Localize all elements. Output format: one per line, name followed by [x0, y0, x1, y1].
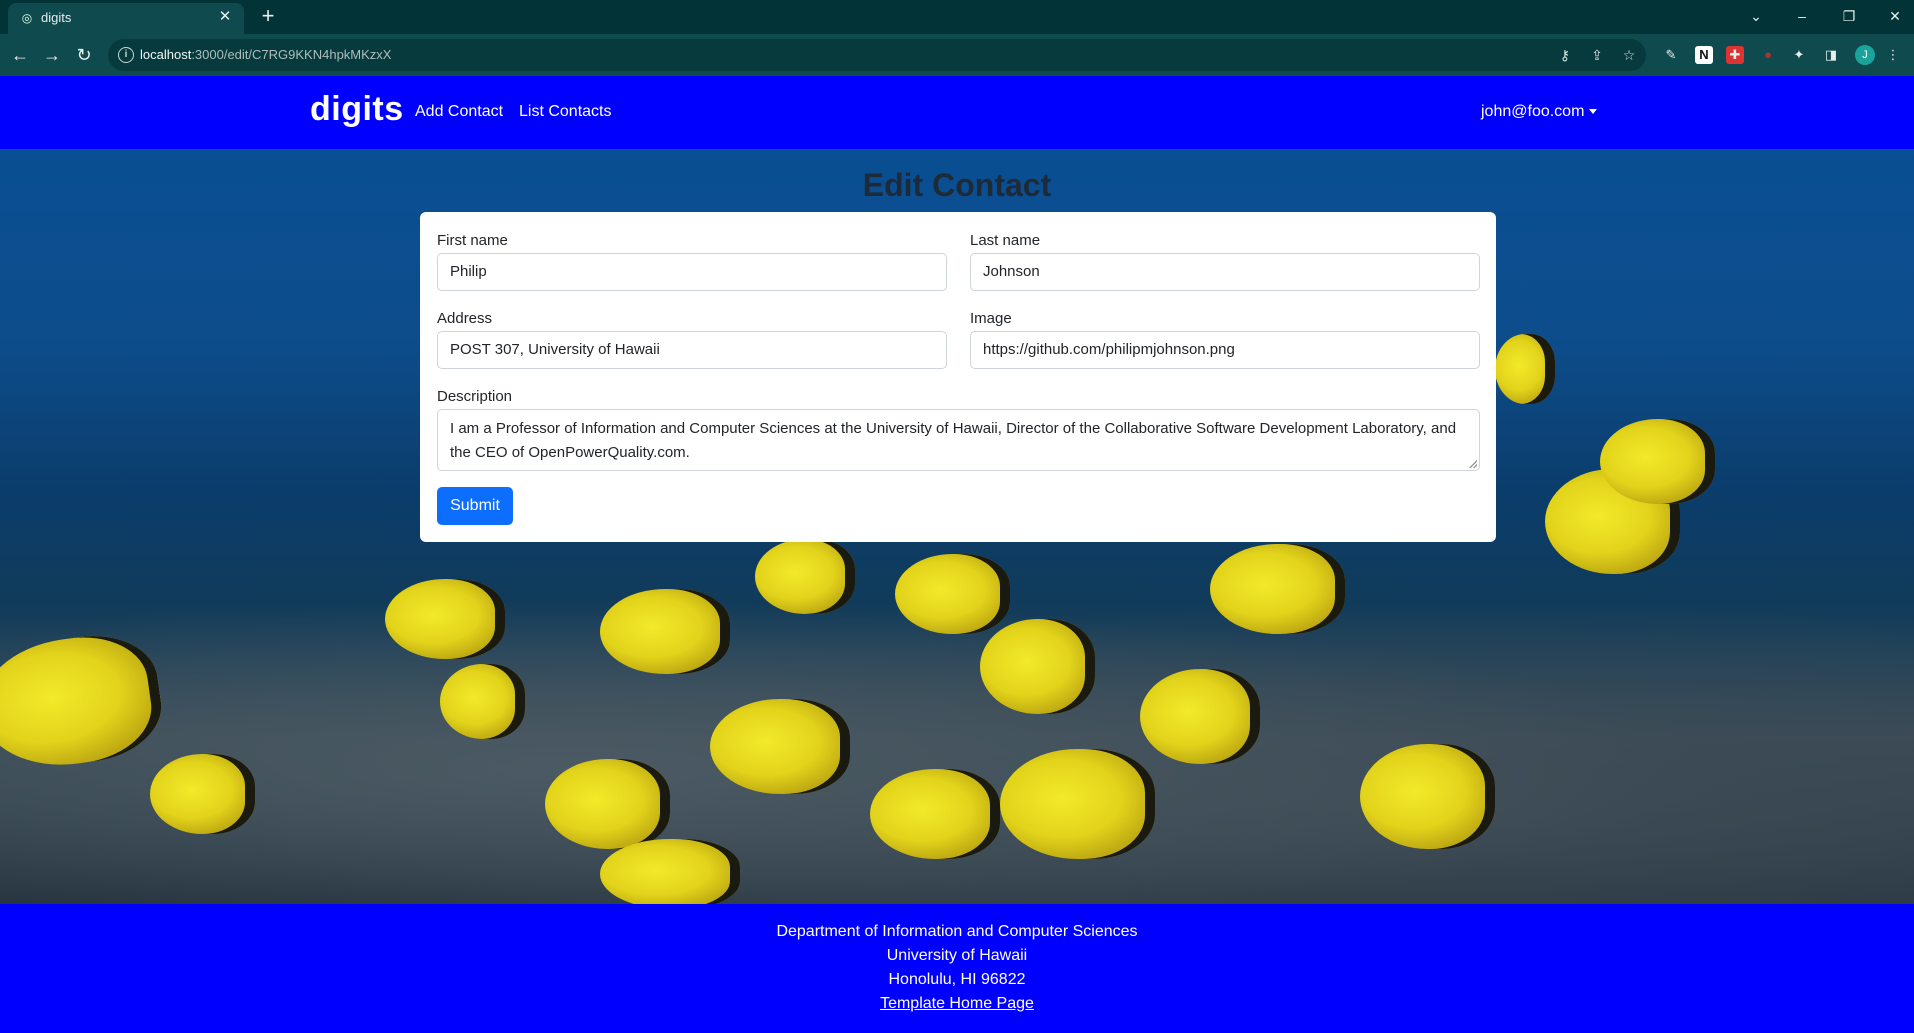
fish-decoration	[600, 839, 740, 904]
fish-decoration	[440, 664, 525, 739]
key-icon[interactable]: ⚷	[1555, 45, 1575, 65]
site-info-icon[interactable]: i	[118, 47, 134, 63]
extensions-puzzle-icon[interactable]: ✦	[1790, 46, 1808, 64]
back-icon[interactable]: ←	[8, 43, 32, 67]
minimize-button[interactable]: –	[1788, 5, 1816, 27]
extension-dot-icon[interactable]: ●	[1759, 46, 1777, 64]
brand-link[interactable]: digits	[310, 90, 404, 129]
fish-decoration	[755, 539, 855, 614]
fish-decoration	[1000, 749, 1155, 859]
page-title: Edit Contact	[862, 167, 1052, 203]
fish-decoration	[980, 619, 1095, 714]
fish-decoration	[1495, 334, 1555, 404]
tab-title: digits	[41, 10, 72, 25]
url-text: localhost:3000/edit/C7RG9KKN4hpkMKzxX	[140, 47, 392, 62]
forward-icon[interactable]: →	[40, 43, 64, 67]
footer-link-row: Template Home Page	[0, 995, 1914, 1013]
footer-department: Department of Information and Computer S…	[776, 923, 1138, 940]
fish-decoration	[385, 579, 505, 659]
reload-icon[interactable]: ↻	[72, 43, 96, 67]
fish-decoration	[870, 769, 1000, 859]
share-icon[interactable]: ⇪	[1587, 45, 1607, 65]
image-label: Image	[970, 310, 1012, 327]
close-window-button[interactable]: ✕	[1881, 5, 1909, 27]
address-field[interactable]: POST 307, University of Hawaii	[437, 331, 947, 369]
fish-decoration	[1360, 744, 1495, 849]
image-url-field[interactable]: https://github.com/philipmjohnson.png	[970, 331, 1480, 369]
description-label: Description	[437, 388, 513, 405]
bookmark-star-icon[interactable]: ☆	[1619, 45, 1639, 65]
menu-kebab-icon[interactable]: ⋮	[1884, 46, 1902, 64]
fish-decoration	[545, 759, 670, 849]
profile-avatar[interactable]: J	[1855, 45, 1875, 65]
browser-toolbar: ← → ↻ i localhost:3000/edit/C7RG9KKN4hpk…	[0, 34, 1914, 76]
new-tab-button[interactable]: +	[256, 4, 280, 28]
description-textarea[interactable]: I am a Professor of Information and Comp…	[437, 409, 1480, 471]
fish-decoration	[1210, 544, 1345, 634]
extension-icon[interactable]: N	[1695, 46, 1713, 64]
nav-list-contacts[interactable]: List Contacts	[519, 103, 611, 121]
browser-tabstrip: ◎ digits ✕ + ⌄ – ❐ ✕	[0, 0, 1914, 34]
address-label: Address	[437, 310, 493, 327]
fish-decoration	[1140, 669, 1260, 764]
fish-decoration	[1600, 419, 1715, 504]
fish-decoration	[600, 589, 730, 674]
browser-tab[interactable]: ◎ digits ✕	[8, 3, 244, 34]
submit-button[interactable]: Submit	[437, 487, 513, 525]
last-name-field[interactable]: Johnson	[970, 253, 1480, 291]
first-name-field[interactable]: Philip	[437, 253, 947, 291]
user-email: john@foo.com	[1481, 103, 1585, 120]
address-bar[interactable]: i localhost:3000/edit/C7RG9KKN4hpkMKzxX …	[108, 39, 1646, 71]
nav-add-contact[interactable]: Add Contact	[415, 103, 503, 121]
caret-down-icon	[1589, 109, 1598, 115]
eyedropper-extension-icon[interactable]: ✎	[1662, 46, 1680, 64]
close-tab-icon[interactable]: ✕	[216, 8, 234, 26]
user-dropdown[interactable]: john@foo.com	[1481, 103, 1598, 121]
footer-university: University of Hawaii	[886, 947, 1028, 964]
template-home-link[interactable]: Template Home Page	[880, 995, 1034, 1012]
last-name-label: Last name	[970, 232, 1041, 249]
footer: Department of Information and Computer S…	[0, 904, 1914, 1033]
description-text: I am a Professor of Information and Comp…	[450, 420, 1457, 461]
restore-button[interactable]: ❐	[1835, 5, 1863, 27]
fish-decoration	[710, 699, 850, 794]
edit-contact-form: First name Philip Last name Johnson Addr…	[420, 212, 1496, 542]
favicon-icon: ◎	[21, 11, 33, 25]
resize-handle-icon[interactable]	[1469, 460, 1477, 468]
side-panel-icon[interactable]: ◨	[1822, 46, 1840, 64]
app-navbar: digits Add Contact List Contacts john@fo…	[0, 76, 1914, 149]
fish-decoration	[895, 554, 1010, 634]
first-name-label: First name	[437, 232, 508, 249]
fish-decoration	[150, 754, 255, 834]
red-extension-icon[interactable]: ✚	[1726, 46, 1744, 64]
footer-address: Honolulu, HI 96822	[888, 971, 1026, 988]
tab-search-icon[interactable]: ⌄	[1742, 5, 1770, 27]
